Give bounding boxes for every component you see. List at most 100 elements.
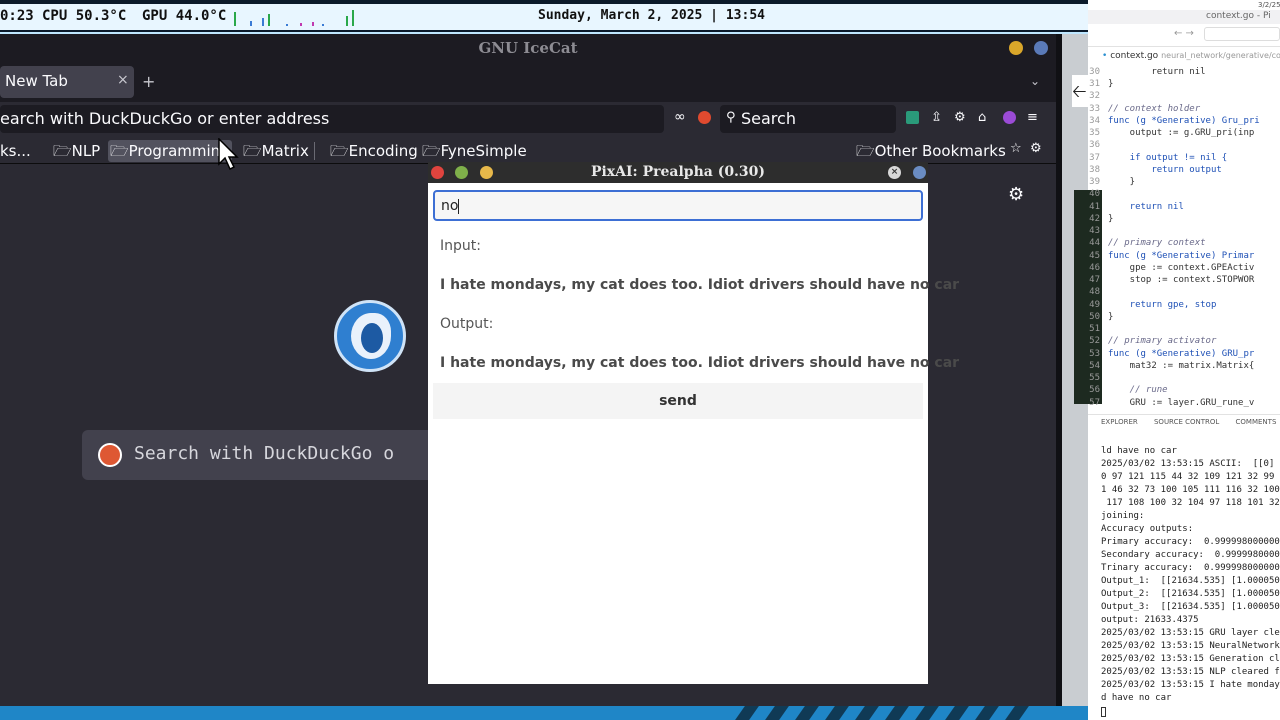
terminal-line: 2025/03/02 13:53:15 Generation cle: [1101, 654, 1280, 664]
terminal-line: Output_2: [[21634.535] [1.0000508: [1101, 589, 1280, 599]
bookmark-label: Encoding: [348, 142, 418, 160]
new-tab-button[interactable]: +: [142, 72, 155, 91]
code-line: 42}: [1089, 213, 1114, 224]
code-line: 49 return gpe, stop: [1089, 299, 1217, 310]
bookmark-star-icon[interactable]: ☆: [1010, 141, 1022, 156]
command-center[interactable]: [1204, 27, 1280, 41]
bookmark-folder-nlp[interactable]: 🗁NLP: [53, 140, 100, 162]
send-button[interactable]: send: [433, 383, 923, 419]
tab-bar: New Tab × + ⌄: [0, 62, 1056, 102]
clock-fragment: 0:23: [0, 8, 34, 24]
code-line: 36: [1089, 140, 1100, 151]
date-time: Sunday, March 2, 2025 | 13:54: [538, 8, 765, 23]
terminal-line: Primary accuracy: 0.9999980000000: [1101, 537, 1280, 547]
terminal-cursor: [1101, 707, 1106, 717]
browser-titlebar: GNU IceCat: [0, 34, 1056, 62]
go-file-icon: •: [1102, 51, 1108, 61]
search-field[interactable]: ⚲ Search: [720, 105, 896, 133]
terminal-output[interactable]: ld have no car 2025/03/02 13:53:15 ASCII:…: [1088, 445, 1280, 720]
code-line: 33// context holder: [1089, 103, 1201, 114]
code-line: 46 gpe := context.GPEActiv: [1089, 262, 1255, 273]
search-icon: ⚲: [726, 110, 736, 125]
tab-explorer[interactable]: EXPLORER: [1101, 418, 1138, 426]
folder-icon: 🗁: [330, 142, 349, 160]
address-bar[interactable]: earch with DuckDuckGo or enter address: [0, 105, 664, 133]
bookmark-folder-matrix[interactable]: 🗁Matrix: [243, 140, 309, 162]
code-line: 47 stop := context.STOPWOR: [1089, 275, 1255, 285]
code-line: 52// primary activator: [1089, 336, 1217, 347]
code-line: 45 func (g *Generative) Primar: [1089, 250, 1255, 261]
settings-gear-icon[interactable]: ⚙: [1008, 184, 1024, 205]
bookmarks-toolbar: ks... 🗁NLP 🗁Programmin 🗁Matrix 🗁Encoding…: [0, 136, 1056, 164]
code-line: 35 output := g.GRU_pri(inp: [1089, 128, 1255, 138]
bookmark-folder-encoding[interactable]: 🗁Encoding: [330, 140, 418, 162]
back-arrow-icon[interactable]: ← →: [1174, 28, 1194, 39]
text-cursor: [458, 198, 460, 214]
cpu-temperature: CPU 50.3°C: [42, 8, 127, 24]
close-tab-icon[interactable]: ×: [117, 72, 129, 88]
other-bookmarks[interactable]: 🗁Other Bookmarks: [856, 140, 1006, 162]
search-placeholder: Search: [741, 109, 796, 128]
folder-icon: 🗁: [856, 142, 875, 160]
bookmark-folder-programming[interactable]: 🗁Programmin: [108, 140, 232, 162]
extension-icon[interactable]: [906, 111, 919, 124]
code-line: 50}: [1089, 311, 1114, 322]
home-icon[interactable]: ⌂: [978, 110, 986, 125]
code-line: 54 mat32 := matrix.Matrix{: [1089, 360, 1255, 371]
code-line: 32: [1089, 91, 1100, 102]
prompt-input-value: no: [441, 198, 459, 214]
terminal-line: Accuracy outputs:: [1101, 524, 1194, 534]
folder-icon: 🗁: [110, 142, 129, 160]
code-line: 48: [1089, 287, 1100, 298]
code-view[interactable]: 30 return nil 31} 32 33// context holder 34…: [1074, 64, 1280, 414]
folder-icon: 🗁: [53, 142, 72, 160]
code-line: 57 GRU := layer.GRU_rune_v: [1089, 397, 1255, 408]
bookmark-separator: [314, 142, 315, 160]
menu-icon[interactable]: ≡: [1027, 110, 1038, 125]
code-line: 41 return nil: [1089, 201, 1184, 212]
bookmark-label: FyneSimple: [440, 142, 527, 160]
code-line: 37 if output != nil {: [1089, 152, 1228, 163]
output-label: Output:: [440, 316, 494, 332]
addon-icon[interactable]: [1003, 111, 1016, 124]
terminal-line: Trinary accuracy: 0.9999980000000: [1101, 563, 1280, 573]
bookmark-folder[interactable]: ks...: [0, 140, 31, 162]
terminal-line: Output_1: [[21634.535] [1.0000508: [1101, 576, 1280, 586]
window-menu-button[interactable]: [913, 166, 926, 179]
tab-new-tab[interactable]: New Tab ×: [0, 66, 134, 98]
editor-title: context.go - Pi: [1206, 11, 1271, 21]
terminal-line: output: 21633.4375: [1101, 615, 1199, 625]
terminal-line: 2025/03/02 13:53:15 NeuralNetwork: [1101, 641, 1280, 651]
list-tabs-icon[interactable]: ⌄: [1030, 74, 1040, 88]
code-editor-window: 3/2/25 context.go - Pi ← → • context.go …: [1072, 0, 1280, 720]
editor-breadcrumb[interactable]: • context.go neural_network/generative/c…: [1102, 51, 1280, 61]
pixai-window: PixAI: Prealpha (0.30) × no Input: I hat…: [428, 162, 959, 684]
terminal-line: ld have no car: [1101, 446, 1177, 456]
terminal-line: 2025/03/02 13:53:15 NLP cleared fr: [1101, 667, 1280, 677]
editor-top-date: 3/2/25: [1258, 1, 1280, 9]
terminal-line: 1 46 32 73 100 105 111 116 32 100: [1101, 485, 1280, 495]
tab-label: New Tab: [5, 72, 68, 90]
editor-titlebar: context.go - Pi: [1088, 10, 1280, 24]
gpu-temperature: GPU 44.0°C: [142, 8, 227, 24]
terminal-line: joining:: [1101, 511, 1145, 521]
key-icon[interactable]: ⚙: [954, 110, 966, 125]
ublock-icon[interactable]: [698, 111, 711, 124]
minimize-button[interactable]: [1009, 41, 1023, 55]
prompt-input[interactable]: no: [433, 190, 923, 221]
download-icon[interactable]: ⇫: [931, 110, 942, 125]
bookmark-settings-icon[interactable]: ⚙: [1030, 141, 1042, 156]
navigation-toolbar: earch with DuckDuckGo or enter address ∞…: [0, 102, 1056, 136]
reader-icon[interactable]: ∞: [674, 109, 686, 125]
taskbar: [0, 706, 1088, 720]
close-x-icon[interactable]: ×: [888, 166, 901, 179]
terminal-line: 2025/03/02 13:53:15 I hate mondays: [1101, 680, 1280, 690]
tab-source-control[interactable]: SOURCE CONTROL: [1154, 418, 1219, 426]
bookmark-folder-fynesimple[interactable]: 🗁FyneSimple: [422, 140, 527, 162]
tab-comments[interactable]: COMMENTS: [1236, 418, 1277, 426]
code-line: 56 // rune: [1089, 385, 1168, 396]
terminal-line: 0 97 121 115 44 32 109 121 32 99 9: [1101, 472, 1280, 482]
close-window-button[interactable]: [1034, 41, 1048, 55]
terminal-line: Output_3: [[21634.535] [1.0000508: [1101, 602, 1280, 612]
page-search-box[interactable]: Search with DuckDuckGo o: [82, 430, 442, 480]
